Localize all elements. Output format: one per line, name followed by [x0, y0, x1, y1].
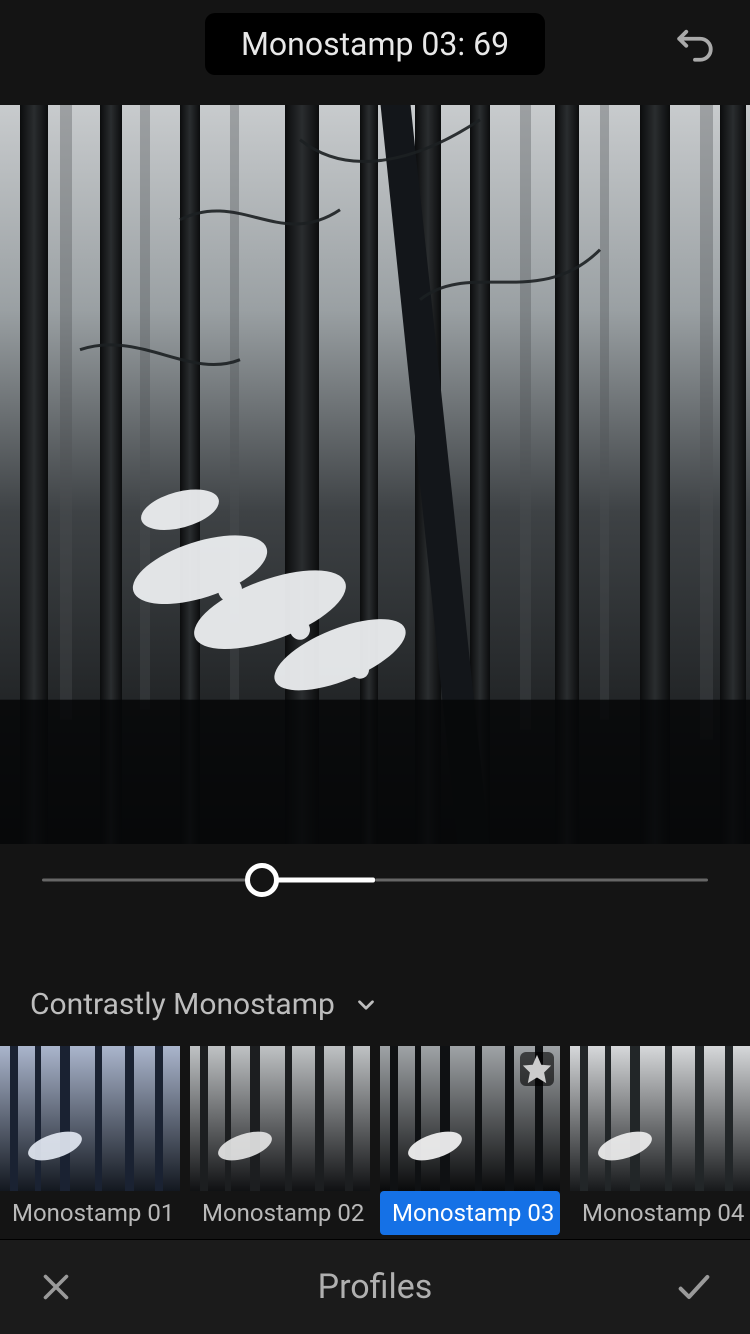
bottom-bar: Profiles [0, 1239, 750, 1334]
chevron-down-icon [353, 992, 379, 1018]
current-preset-badge: Monostamp 03: 69 [205, 13, 545, 75]
image-preview[interactable] [0, 105, 750, 844]
undo-button[interactable] [668, 17, 722, 71]
cancel-button[interactable] [32, 1263, 80, 1311]
confirm-button[interactable] [670, 1263, 718, 1311]
intensity-slider[interactable] [42, 878, 708, 882]
preset-thumb [570, 1046, 750, 1191]
preset-label: Monostamp 03 [380, 1191, 560, 1235]
preset-group-label: Contrastly Monostamp [30, 987, 335, 1022]
preset-thumb [380, 1046, 560, 1191]
preset-monostamp-04[interactable]: Monostamp 04 [570, 1046, 750, 1239]
check-icon [674, 1267, 714, 1307]
preset-thumb [190, 1046, 370, 1191]
header: Monostamp 03: 69 [0, 0, 750, 89]
slider-thumb[interactable] [245, 863, 279, 897]
panel-title: Profiles [318, 1267, 433, 1307]
preset-monostamp-02[interactable]: Monostamp 02 [190, 1046, 370, 1239]
preview-illustration [0, 105, 750, 844]
favorite-badge[interactable] [520, 1052, 554, 1086]
preset-thumb [0, 1046, 180, 1191]
preset-monostamp-01[interactable]: Monostamp 01 [0, 1046, 180, 1239]
preset-monostamp-03[interactable]: Monostamp 03 [380, 1046, 560, 1239]
star-icon [520, 1052, 554, 1086]
intensity-slider-wrap [0, 844, 750, 915]
preset-thumbnails[interactable]: Monostamp 01 Monostamp 02 Monostamp 03 M… [0, 1046, 750, 1239]
undo-icon [674, 23, 716, 65]
preset-label: Monostamp 02 [190, 1191, 370, 1235]
preset-label: Monostamp 01 [0, 1191, 180, 1235]
preset-label: Monostamp 04 [570, 1191, 750, 1235]
preset-group-dropdown[interactable]: Contrastly Monostamp [0, 915, 750, 1046]
close-icon [38, 1269, 74, 1305]
